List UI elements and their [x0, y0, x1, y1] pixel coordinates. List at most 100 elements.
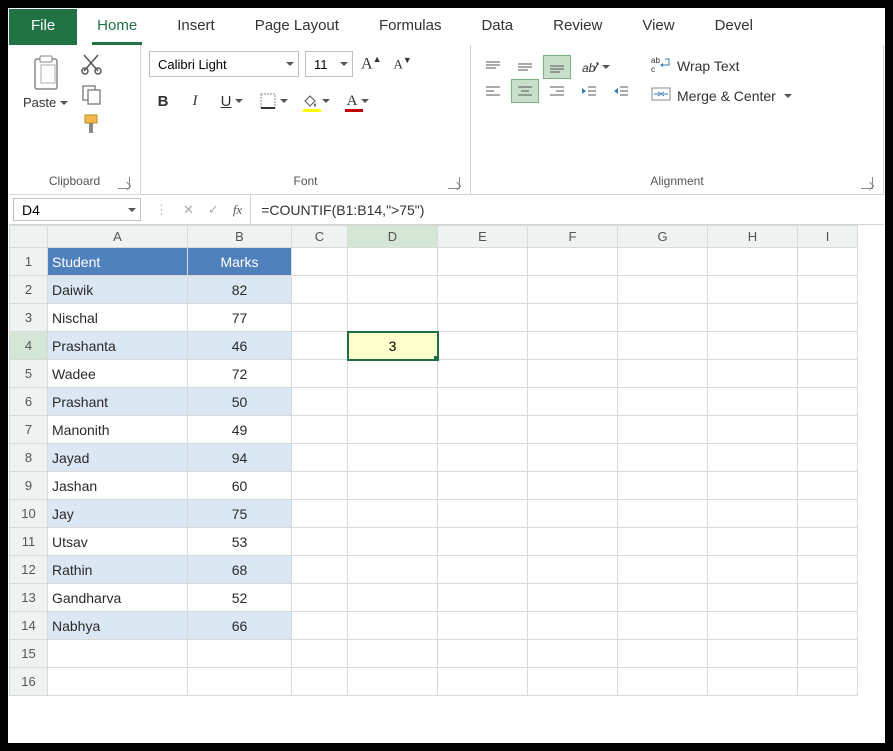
cell[interactable] — [528, 388, 618, 416]
cell[interactable]: Gandharva — [48, 584, 188, 612]
row-header[interactable]: 6 — [10, 388, 48, 416]
cell[interactable] — [708, 416, 798, 444]
copy-icon[interactable] — [80, 83, 104, 105]
align-bottom-button[interactable] — [543, 55, 571, 79]
cell[interactable] — [438, 444, 528, 472]
cell[interactable] — [348, 360, 438, 388]
align-right-button[interactable] — [543, 79, 571, 103]
row-header[interactable]: 1 — [10, 248, 48, 276]
cell[interactable] — [438, 528, 528, 556]
cell[interactable] — [798, 276, 858, 304]
cell[interactable]: 60 — [188, 472, 292, 500]
cell[interactable] — [618, 584, 708, 612]
col-header[interactable]: E — [438, 226, 528, 248]
cell[interactable] — [348, 444, 438, 472]
cell[interactable] — [292, 276, 348, 304]
border-button[interactable] — [255, 87, 293, 115]
cell[interactable] — [798, 304, 858, 332]
font-size-select[interactable]: 11 — [305, 51, 353, 77]
col-header[interactable]: B — [188, 226, 292, 248]
cell[interactable] — [438, 584, 528, 612]
cell[interactable]: Nischal — [48, 304, 188, 332]
cell[interactable] — [348, 416, 438, 444]
cell[interactable] — [438, 668, 528, 696]
row-header[interactable]: 13 — [10, 584, 48, 612]
row-header[interactable]: 14 — [10, 612, 48, 640]
row-header[interactable]: 4 — [10, 332, 48, 360]
cell[interactable] — [618, 248, 708, 276]
cell[interactable]: 46 — [188, 332, 292, 360]
cell[interactable] — [708, 388, 798, 416]
cell[interactable] — [798, 360, 858, 388]
cell[interactable] — [528, 360, 618, 388]
cell[interactable] — [438, 304, 528, 332]
col-header[interactable]: H — [708, 226, 798, 248]
cell[interactable] — [708, 472, 798, 500]
cell[interactable] — [708, 528, 798, 556]
merge-center-button[interactable]: Merge & Center — [651, 86, 792, 105]
cell[interactable] — [348, 500, 438, 528]
name-box[interactable]: D4 — [13, 198, 141, 221]
cell[interactable] — [348, 388, 438, 416]
row-header[interactable]: 16 — [10, 668, 48, 696]
cell[interactable] — [708, 360, 798, 388]
cell[interactable]: Student — [48, 248, 188, 276]
cell[interactable] — [438, 612, 528, 640]
tab-page-layout[interactable]: Page Layout — [235, 9, 359, 45]
cell[interactable] — [618, 668, 708, 696]
row-header[interactable]: 12 — [10, 556, 48, 584]
cell[interactable] — [798, 556, 858, 584]
cell[interactable] — [528, 556, 618, 584]
cell[interactable] — [292, 332, 348, 360]
cell[interactable] — [438, 472, 528, 500]
row-header[interactable]: 3 — [10, 304, 48, 332]
cell[interactable] — [798, 584, 858, 612]
cell[interactable] — [48, 668, 188, 696]
cell[interactable] — [438, 416, 528, 444]
align-top-button[interactable] — [479, 55, 507, 79]
cell[interactable] — [438, 556, 528, 584]
cell[interactable]: 77 — [188, 304, 292, 332]
cell[interactable] — [798, 640, 858, 668]
align-left-button[interactable] — [479, 79, 507, 103]
increase-indent-button[interactable] — [607, 79, 635, 103]
align-center-button[interactable] — [511, 79, 539, 103]
cell[interactable] — [798, 444, 858, 472]
cell[interactable]: Jayad — [48, 444, 188, 472]
col-header[interactable]: A — [48, 226, 188, 248]
align-middle-button[interactable] — [511, 55, 539, 79]
cell[interactable]: 50 — [188, 388, 292, 416]
cell[interactable] — [348, 584, 438, 612]
cell[interactable]: Wadee — [48, 360, 188, 388]
font-name-select[interactable]: Calibri Light — [149, 51, 299, 77]
tab-file[interactable]: File — [9, 9, 77, 45]
col-header[interactable]: D — [348, 226, 438, 248]
cell[interactable] — [528, 444, 618, 472]
cell[interactable] — [348, 668, 438, 696]
cell[interactable] — [188, 640, 292, 668]
cell[interactable] — [528, 304, 618, 332]
cell[interactable]: Marks — [188, 248, 292, 276]
cell[interactable] — [292, 444, 348, 472]
cell[interactable] — [438, 500, 528, 528]
cell[interactable] — [528, 416, 618, 444]
decrease-indent-button[interactable] — [575, 79, 603, 103]
cell[interactable] — [618, 276, 708, 304]
cell[interactable] — [798, 668, 858, 696]
cell[interactable]: 75 — [188, 500, 292, 528]
cell[interactable] — [438, 276, 528, 304]
col-header[interactable]: F — [528, 226, 618, 248]
range-selector-icon[interactable]: ⋮ — [155, 202, 169, 218]
cell[interactable] — [438, 248, 528, 276]
tab-review[interactable]: Review — [533, 9, 622, 45]
underline-button[interactable]: U — [213, 87, 251, 115]
cell[interactable] — [292, 360, 348, 388]
cell[interactable] — [618, 556, 708, 584]
cell[interactable] — [708, 248, 798, 276]
orientation-button[interactable]: ab — [575, 55, 615, 79]
increase-font-icon[interactable]: A▲ — [357, 52, 385, 75]
cell[interactable] — [618, 416, 708, 444]
cell[interactable]: Rathin — [48, 556, 188, 584]
cell[interactable] — [348, 472, 438, 500]
cell[interactable]: Nabhya — [48, 612, 188, 640]
